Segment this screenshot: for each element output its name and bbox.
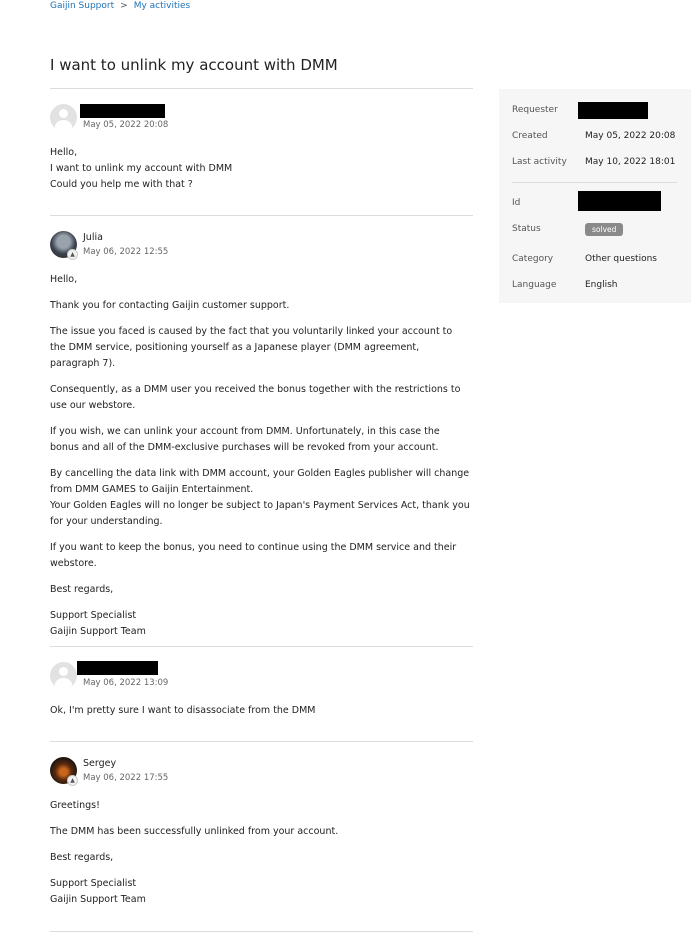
redacted-id [578,191,661,211]
redacted-author-name [77,661,158,675]
comment-paragraph: Consequently, as a DMM user you received… [50,384,461,411]
comment-paragraph: Support Specialist Gaijin Support Team [50,610,146,637]
comment-paragraph: If you wish, we can unlink your account … [50,426,440,453]
created-label: Created [512,131,548,141]
comment-divider [50,931,473,932]
comment-paragraph: Best regards, [50,584,114,595]
agent-badge-icon: ▲ [67,775,78,786]
comment-timestamp: May 06, 2022 13:09 [83,678,169,688]
comment-timestamp: May 06, 2022 17:55 [83,773,169,783]
comment-body: Hello, I want to unlink my account with … [50,145,470,193]
avatar [50,104,77,131]
request-details-sidebar: Requester Created May 05, 2022 20:08 Las… [499,89,691,303]
breadcrumb-current-link[interactable]: My activities [134,1,191,11]
comment-timestamp: May 06, 2022 12:55 [83,247,169,257]
id-label: Id [512,198,521,208]
sidebar-divider [512,182,677,183]
comment-body: Greetings! The DMM has been successfully… [50,798,470,908]
status-badge: solved [585,223,624,236]
comment-paragraph: If you want to keep the bonus, you need … [50,542,457,569]
breadcrumb-separator: > [120,1,128,11]
title-divider [50,88,473,89]
page-title: I want to unlink my account with DMM [50,56,338,74]
avatar [50,662,77,689]
comment-paragraph: Greetings! [50,800,100,811]
comment-paragraph: The DMM has been successfully unlinked f… [50,826,339,837]
comment-paragraph: Ok, I'm pretty sure I want to disassocia… [50,705,316,716]
breadcrumb-home-link[interactable]: Gaijin Support [50,1,114,11]
comment-divider [50,646,473,647]
comment-paragraph: Support Specialist Gaijin Support Team [50,878,146,905]
comment-paragraph: Thank you for contacting Gaijin customer… [50,300,290,311]
comment-paragraph: Hello, I want to unlink my account with … [50,147,233,190]
comment-paragraph: The issue you faced is caused by the fac… [50,326,453,369]
comment-paragraph: By cancelling the data link with DMM acc… [50,468,470,527]
created-value: May 05, 2022 20:08 [585,131,676,141]
redacted-author-name [80,104,165,118]
comment-paragraph: Hello, [50,274,78,285]
comment-body: Hello, Thank you for contacting Gaijin c… [50,272,470,640]
requester-label: Requester [512,105,558,115]
comment-timestamp: May 05, 2022 20:08 [83,120,169,130]
status-label: Status [512,224,541,234]
last-activity-label: Last activity [512,157,567,167]
last-activity-value: May 10, 2022 18:01 [585,157,676,167]
redacted-requester [578,102,648,119]
language-value: English [585,280,618,290]
comment-author: Sergey [83,758,117,769]
breadcrumb: Gaijin Support > My activities [50,1,190,11]
comment-paragraph: Best regards, [50,852,114,863]
comment-divider [50,215,473,216]
category-label: Category [512,254,554,264]
comment-author: Julia [83,232,103,243]
agent-badge-icon: ▲ [67,249,78,260]
comment-body: Ok, I'm pretty sure I want to disassocia… [50,703,470,719]
language-label: Language [512,280,557,290]
category-value: Other questions [585,254,657,264]
comment-divider [50,741,473,742]
